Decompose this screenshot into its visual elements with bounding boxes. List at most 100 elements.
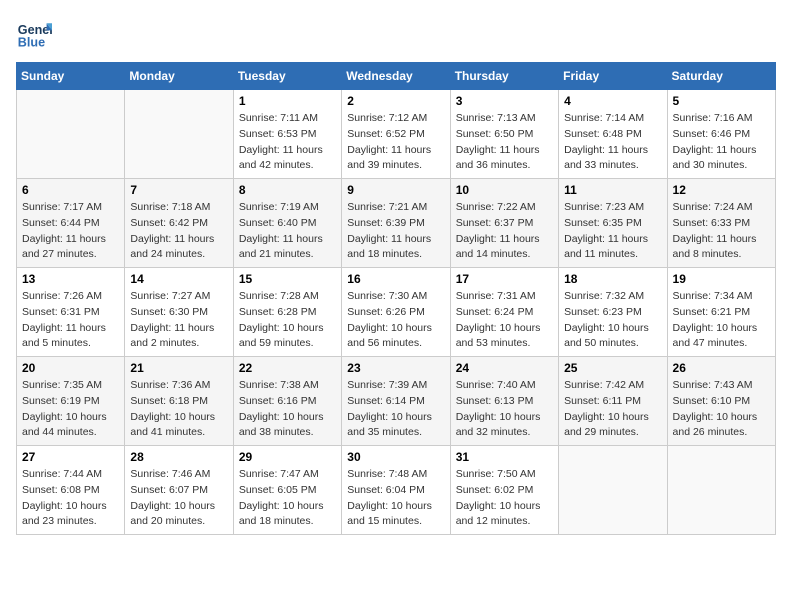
day-header-wednesday: Wednesday (342, 63, 450, 90)
day-info: Sunrise: 7:31 AMSunset: 6:24 PMDaylight:… (456, 289, 553, 352)
day-number: 8 (239, 183, 336, 197)
day-number: 9 (347, 183, 444, 197)
calendar-cell: 28 Sunrise: 7:46 AMSunset: 6:07 PMDayligh… (125, 446, 233, 535)
calendar-cell: 12 Sunrise: 7:24 AMSunset: 6:33 PMDayligh… (667, 179, 775, 268)
calendar-cell: 14 Sunrise: 7:27 AMSunset: 6:30 PMDayligh… (125, 268, 233, 357)
day-number: 22 (239, 361, 336, 375)
logo: General Blue (16, 16, 56, 52)
calendar-cell: 24Sunrise: 7:40 AMSunset: 6:13 PMDayligh… (450, 357, 558, 446)
logo-icon: General Blue (16, 16, 52, 52)
day-number: 1 (239, 94, 336, 108)
day-info: Sunrise: 7:13 AMSunset: 6:50 PMDaylight:… (456, 111, 553, 174)
day-number: 16 (347, 272, 444, 286)
day-info: Sunrise: 7:26 AMSunset: 6:31 PMDaylight:… (22, 289, 119, 352)
day-info: Sunrise: 7:35 AMSunset: 6:19 PMDaylight:… (22, 378, 119, 441)
day-info: Sunrise: 7:43 AMSunset: 6:10 PMDaylight:… (673, 378, 770, 441)
calendar-cell: 15 Sunrise: 7:28 AMSunset: 6:28 PMDayligh… (233, 268, 341, 357)
week-row: 13 Sunrise: 7:26 AMSunset: 6:31 PMDayligh… (17, 268, 776, 357)
day-info: Sunrise: 7:17 AMSunset: 6:44 PMDaylight:… (22, 200, 119, 263)
calendar-cell: 7 Sunrise: 7:18 AMSunset: 6:42 PMDaylight… (125, 179, 233, 268)
day-number: 20 (22, 361, 119, 375)
calendar-body: 1 Sunrise: 7:11 AMSunset: 6:53 PMDaylight… (17, 90, 776, 535)
day-info: Sunrise: 7:18 AMSunset: 6:42 PMDaylight:… (130, 200, 227, 263)
calendar-cell: 18Sunrise: 7:32 AMSunset: 6:23 PMDayligh… (559, 268, 667, 357)
day-info: Sunrise: 7:16 AMSunset: 6:46 PMDaylight:… (673, 111, 770, 174)
day-info: Sunrise: 7:48 AMSunset: 6:04 PMDaylight:… (347, 467, 444, 530)
day-number: 27 (22, 450, 119, 464)
day-number: 7 (130, 183, 227, 197)
day-info: Sunrise: 7:44 AMSunset: 6:08 PMDaylight:… (22, 467, 119, 530)
header-row: SundayMondayTuesdayWednesdayThursdayFrid… (17, 63, 776, 90)
calendar-cell: 3 Sunrise: 7:13 AMSunset: 6:50 PMDaylight… (450, 90, 558, 179)
day-number: 17 (456, 272, 553, 286)
calendar-cell: 23Sunrise: 7:39 AMSunset: 6:14 PMDayligh… (342, 357, 450, 446)
calendar-cell: 8 Sunrise: 7:19 AMSunset: 6:40 PMDaylight… (233, 179, 341, 268)
svg-text:Blue: Blue (18, 36, 45, 50)
week-row: 27 Sunrise: 7:44 AMSunset: 6:08 PMDayligh… (17, 446, 776, 535)
day-header-sunday: Sunday (17, 63, 125, 90)
day-number: 30 (347, 450, 444, 464)
calendar-cell: 13 Sunrise: 7:26 AMSunset: 6:31 PMDayligh… (17, 268, 125, 357)
week-row: 1 Sunrise: 7:11 AMSunset: 6:53 PMDaylight… (17, 90, 776, 179)
day-number: 13 (22, 272, 119, 286)
calendar-cell: 9 Sunrise: 7:21 AMSunset: 6:39 PMDaylight… (342, 179, 450, 268)
calendar-table: SundayMondayTuesdayWednesdayThursdayFrid… (16, 62, 776, 535)
day-info: Sunrise: 7:47 AMSunset: 6:05 PMDaylight:… (239, 467, 336, 530)
calendar-cell: 10Sunrise: 7:22 AMSunset: 6:37 PMDayligh… (450, 179, 558, 268)
calendar-cell: 30 Sunrise: 7:48 AMSunset: 6:04 PMDayligh… (342, 446, 450, 535)
calendar-cell: 19 Sunrise: 7:34 AMSunset: 6:21 PMDayligh… (667, 268, 775, 357)
week-row: 6 Sunrise: 7:17 AMSunset: 6:44 PMDaylight… (17, 179, 776, 268)
calendar-cell: 20 Sunrise: 7:35 AMSunset: 6:19 PMDayligh… (17, 357, 125, 446)
day-info: Sunrise: 7:46 AMSunset: 6:07 PMDaylight:… (130, 467, 227, 530)
day-number: 6 (22, 183, 119, 197)
day-info: Sunrise: 7:12 AMSunset: 6:52 PMDaylight:… (347, 111, 444, 174)
calendar-cell: 11 Sunrise: 7:23 AMSunset: 6:35 PMDayligh… (559, 179, 667, 268)
calendar-cell (125, 90, 233, 179)
day-number: 3 (456, 94, 553, 108)
day-number: 18 (564, 272, 661, 286)
day-header-thursday: Thursday (450, 63, 558, 90)
day-number: 25 (564, 361, 661, 375)
day-info: Sunrise: 7:28 AMSunset: 6:28 PMDaylight:… (239, 289, 336, 352)
calendar-cell: 5Sunrise: 7:16 AMSunset: 6:46 PMDaylight… (667, 90, 775, 179)
day-number: 11 (564, 183, 661, 197)
day-info: Sunrise: 7:40 AMSunset: 6:13 PMDaylight:… (456, 378, 553, 441)
calendar-cell: 4 Sunrise: 7:14 AMSunset: 6:48 PMDaylight… (559, 90, 667, 179)
day-info: Sunrise: 7:23 AMSunset: 6:35 PMDaylight:… (564, 200, 661, 263)
day-info: Sunrise: 7:24 AMSunset: 6:33 PMDaylight:… (673, 200, 770, 263)
calendar-cell: 26 Sunrise: 7:43 AMSunset: 6:10 PMDayligh… (667, 357, 775, 446)
day-number: 12 (673, 183, 770, 197)
day-number: 2 (347, 94, 444, 108)
day-header-friday: Friday (559, 63, 667, 90)
day-info: Sunrise: 7:38 AMSunset: 6:16 PMDaylight:… (239, 378, 336, 441)
calendar-cell: 17 Sunrise: 7:31 AMSunset: 6:24 PMDayligh… (450, 268, 558, 357)
calendar-cell: 21Sunrise: 7:36 AMSunset: 6:18 PMDayligh… (125, 357, 233, 446)
day-number: 14 (130, 272, 227, 286)
calendar-cell: 2 Sunrise: 7:12 AMSunset: 6:52 PMDaylight… (342, 90, 450, 179)
calendar-cell (559, 446, 667, 535)
day-info: Sunrise: 7:27 AMSunset: 6:30 PMDaylight:… (130, 289, 227, 352)
day-info: Sunrise: 7:21 AMSunset: 6:39 PMDaylight:… (347, 200, 444, 263)
calendar-cell: 22 Sunrise: 7:38 AMSunset: 6:16 PMDayligh… (233, 357, 341, 446)
day-info: Sunrise: 7:50 AMSunset: 6:02 PMDaylight:… (456, 467, 553, 530)
day-info: Sunrise: 7:42 AMSunset: 6:11 PMDaylight:… (564, 378, 661, 441)
day-number: 19 (673, 272, 770, 286)
calendar-cell: 27 Sunrise: 7:44 AMSunset: 6:08 PMDayligh… (17, 446, 125, 535)
day-number: 26 (673, 361, 770, 375)
day-info: Sunrise: 7:19 AMSunset: 6:40 PMDaylight:… (239, 200, 336, 263)
calendar-cell (667, 446, 775, 535)
day-number: 4 (564, 94, 661, 108)
day-number: 15 (239, 272, 336, 286)
day-info: Sunrise: 7:34 AMSunset: 6:21 PMDaylight:… (673, 289, 770, 352)
calendar-cell (17, 90, 125, 179)
day-number: 28 (130, 450, 227, 464)
calendar-cell: 29Sunrise: 7:47 AMSunset: 6:05 PMDayligh… (233, 446, 341, 535)
day-info: Sunrise: 7:11 AMSunset: 6:53 PMDaylight:… (239, 111, 336, 174)
day-info: Sunrise: 7:30 AMSunset: 6:26 PMDaylight:… (347, 289, 444, 352)
calendar-cell: 1 Sunrise: 7:11 AMSunset: 6:53 PMDaylight… (233, 90, 341, 179)
calendar-cell: 16 Sunrise: 7:30 AMSunset: 6:26 PMDayligh… (342, 268, 450, 357)
day-header-tuesday: Tuesday (233, 63, 341, 90)
day-header-monday: Monday (125, 63, 233, 90)
day-info: Sunrise: 7:14 AMSunset: 6:48 PMDaylight:… (564, 111, 661, 174)
calendar-header: SundayMondayTuesdayWednesdayThursdayFrid… (17, 63, 776, 90)
